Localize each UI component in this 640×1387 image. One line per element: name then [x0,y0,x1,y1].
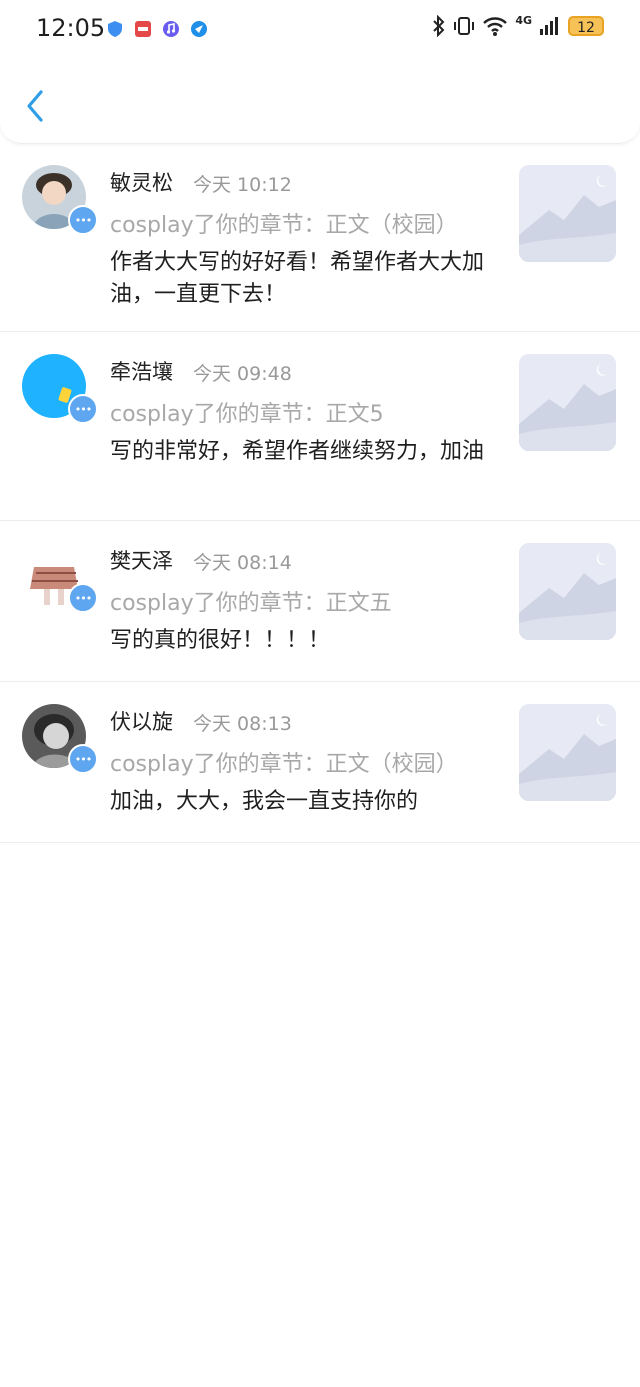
user-name[interactable]: 伏以旋 [110,706,173,736]
back-button[interactable] [22,86,50,126]
comment-badge-icon: ••• [68,744,98,774]
comment-badge-icon: ••• [68,394,98,424]
notification-time: 今天 08:13 [193,713,292,735]
comment-text: 作者大大写的好好看！希望作者大大加油，一直更下去！ [110,250,485,307]
shield-icon [108,21,122,37]
notification-time: 今天 08:14 [193,552,292,574]
comment-badge-icon: ••• [68,205,98,235]
placeholder-image-icon [519,543,616,640]
placeholder-image-icon [519,165,616,262]
notification-action: cosplay了你的章节：正文5 [110,402,384,427]
wifi-icon [483,17,508,36]
comment-badge-icon: ••• [68,583,98,613]
notification-action: cosplay了你的章节：正文（校园） [110,213,458,238]
notification-item[interactable]: ••• 樊天泽 今天 08:14 cosplay了你的章节：正文五 写的真的很好… [0,521,640,682]
placeholder-image-icon [519,354,616,451]
placeholder-image-icon [519,704,616,801]
chapter-thumbnail[interactable] [519,354,616,451]
notification-item[interactable]: ••• 伏以旋 今天 08:13 cosplay了你的章节：正文（校园） 加油，… [0,682,640,843]
network-type: 4G [515,13,532,27]
chapter-thumbnail[interactable] [519,543,616,640]
battery-indicator: 12 [568,16,604,36]
notification-icons [106,20,208,38]
notification-time: 今天 10:12 [193,174,292,196]
comment-text: 加油，大大，我会一直支持你的 [110,789,419,814]
chapter-thumbnail[interactable] [519,165,616,262]
status-time: 12:05 [36,14,106,42]
notification-list: ••• 敏灵松 今天 10:12 cosplay了你的章节：正文（校园） 作者大… [0,143,640,843]
notification-action: cosplay了你的章节：正文五 [110,591,392,616]
music-icon [163,21,179,37]
status-bar: 12:05 4G 12 [0,0,640,60]
notification-item[interactable]: ••• 敏灵松 今天 10:12 cosplay了你的章节：正文（校园） 作者大… [0,143,640,332]
notification-action: cosplay了你的章节：正文（校园） [110,752,458,777]
header-bar: 12:05 4G 12 [0,0,640,144]
vibrate-icon [454,17,475,35]
chapter-thumbnail[interactable] [519,704,616,801]
user-name[interactable]: 牵浩壤 [110,356,173,386]
notification-item[interactable]: ••• 牵浩壤 今天 09:48 cosplay了你的章节：正文5 写的非常好，… [0,332,640,521]
app-icon [135,21,151,37]
notification-time: 今天 09:48 [193,363,292,385]
comment-text: 写的非常好，希望作者继续努力，加油 [110,439,485,464]
status-right: 4G 12 [432,13,604,37]
user-name[interactable]: 樊天泽 [110,545,173,575]
bluetooth-icon [433,15,445,37]
signal-icon [540,17,558,35]
user-name[interactable]: 敏灵松 [110,167,173,197]
comment-text: 写的真的很好！！！！ [110,628,331,653]
browser-icon [191,21,207,37]
